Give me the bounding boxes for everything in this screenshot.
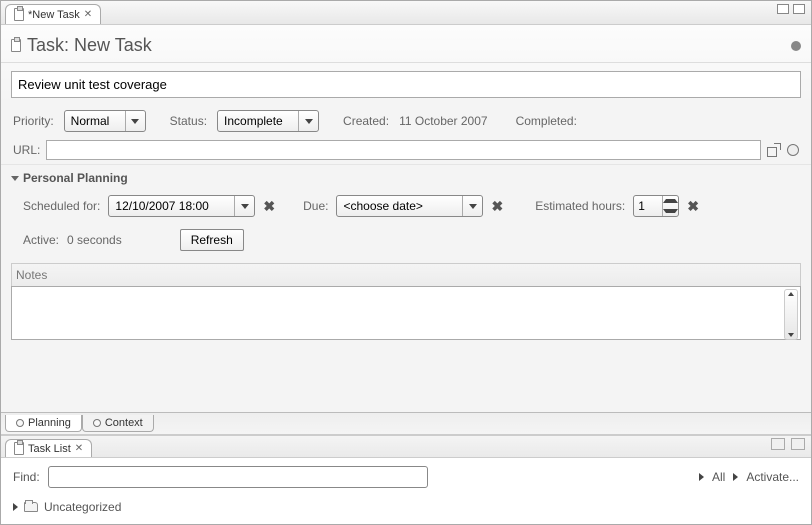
open-url-icon[interactable] — [767, 143, 781, 157]
maximize-icon[interactable] — [793, 4, 805, 14]
task-list-tab-label: Task List — [28, 443, 71, 455]
arrow-right-icon[interactable] — [733, 473, 738, 481]
context-tab-icon — [93, 419, 101, 427]
due-date-picker[interactable] — [336, 195, 483, 217]
scheduled-date-picker[interactable] — [108, 195, 255, 217]
active-value: 0 seconds — [67, 233, 122, 247]
est-hours-value[interactable] — [634, 196, 662, 216]
task-list-icon — [14, 442, 24, 455]
planning-tab-icon — [16, 419, 24, 427]
scrollbar[interactable] — [784, 289, 798, 340]
expand-icon[interactable] — [13, 503, 18, 511]
task-list-tab-strip: Task List ✕ — [1, 436, 811, 458]
window-controls — [777, 4, 805, 14]
uncategorized-row[interactable]: Uncategorized — [1, 496, 811, 524]
tab-label: Planning — [28, 417, 71, 429]
due-label: Due: — [303, 199, 328, 213]
status-label: Status: — [170, 114, 207, 128]
page-title: Task: New Task — [27, 35, 785, 56]
scroll-up-icon[interactable] — [788, 292, 794, 296]
task-list-tab[interactable]: Task List ✕ — [5, 439, 92, 457]
task-description-input[interactable] — [11, 71, 801, 98]
task-icon — [11, 39, 21, 52]
personal-planning-header[interactable]: Personal Planning — [1, 164, 811, 189]
url-input[interactable] — [46, 140, 761, 160]
est-hours-label: Estimated hours: — [535, 199, 625, 213]
priority-value[interactable] — [65, 111, 125, 131]
due-value[interactable] — [337, 196, 462, 216]
editor-tab-new-task[interactable]: *New Task ✕ — [5, 4, 101, 24]
close-icon[interactable]: ✕ — [84, 9, 92, 20]
chevron-down-icon[interactable] — [298, 111, 318, 131]
priority-label: Priority: — [13, 114, 54, 128]
chevron-down-icon[interactable] — [125, 111, 145, 131]
stepper-down-icon[interactable] — [663, 206, 678, 216]
clear-due-icon[interactable]: ✖ — [491, 198, 503, 215]
category-label: Uncategorized — [44, 500, 121, 514]
clear-scheduled-icon[interactable]: ✖ — [263, 198, 275, 215]
find-label: Find: — [13, 470, 40, 484]
status-select[interactable] — [217, 110, 319, 132]
url-label: URL: — [13, 143, 40, 157]
all-label[interactable]: All — [712, 470, 725, 484]
minimize-icon[interactable] — [777, 4, 789, 14]
editor-bottom-tabs: Planning Context — [1, 412, 811, 434]
collapse-icon[interactable] — [11, 176, 19, 181]
close-icon[interactable]: ✕ — [75, 443, 83, 454]
chevron-down-icon[interactable] — [234, 196, 254, 216]
stepper-up-icon[interactable] — [663, 196, 678, 206]
tab-context[interactable]: Context — [82, 415, 154, 432]
find-input[interactable] — [48, 466, 428, 488]
activate-label[interactable]: Activate... — [746, 470, 799, 484]
view-menu-icon[interactable] — [791, 438, 805, 450]
notes-textarea[interactable] — [11, 286, 801, 340]
task-icon — [14, 8, 24, 21]
section-title: Personal Planning — [23, 171, 128, 185]
scroll-down-icon[interactable] — [788, 333, 794, 337]
editor-header: Task: New Task — [1, 25, 811, 63]
editor-tab-strip: *New Task ✕ — [1, 1, 811, 25]
created-label: Created: — [343, 114, 389, 128]
notes-label: Notes — [11, 263, 801, 286]
arrow-right-icon[interactable] — [699, 473, 704, 481]
status-dot-icon — [791, 41, 801, 51]
tab-planning[interactable]: Planning — [5, 415, 82, 432]
folder-icon — [24, 502, 38, 512]
clear-est-hours-icon[interactable]: ✖ — [687, 198, 699, 215]
active-label: Active: — [23, 233, 59, 247]
editor-tab-label: *New Task — [28, 9, 80, 21]
estimated-hours-stepper[interactable] — [633, 195, 679, 217]
tab-label: Context — [105, 417, 143, 429]
scheduled-label: Scheduled for: — [23, 199, 100, 213]
status-value[interactable] — [218, 111, 298, 131]
browse-icon[interactable] — [787, 144, 799, 156]
chevron-down-icon[interactable] — [462, 196, 482, 216]
refresh-button[interactable]: Refresh — [180, 229, 244, 251]
new-task-icon[interactable] — [771, 438, 785, 450]
scheduled-value[interactable] — [109, 196, 234, 216]
created-value: 11 October 2007 — [399, 114, 488, 128]
priority-select[interactable] — [64, 110, 146, 132]
completed-label: Completed: — [516, 114, 577, 128]
